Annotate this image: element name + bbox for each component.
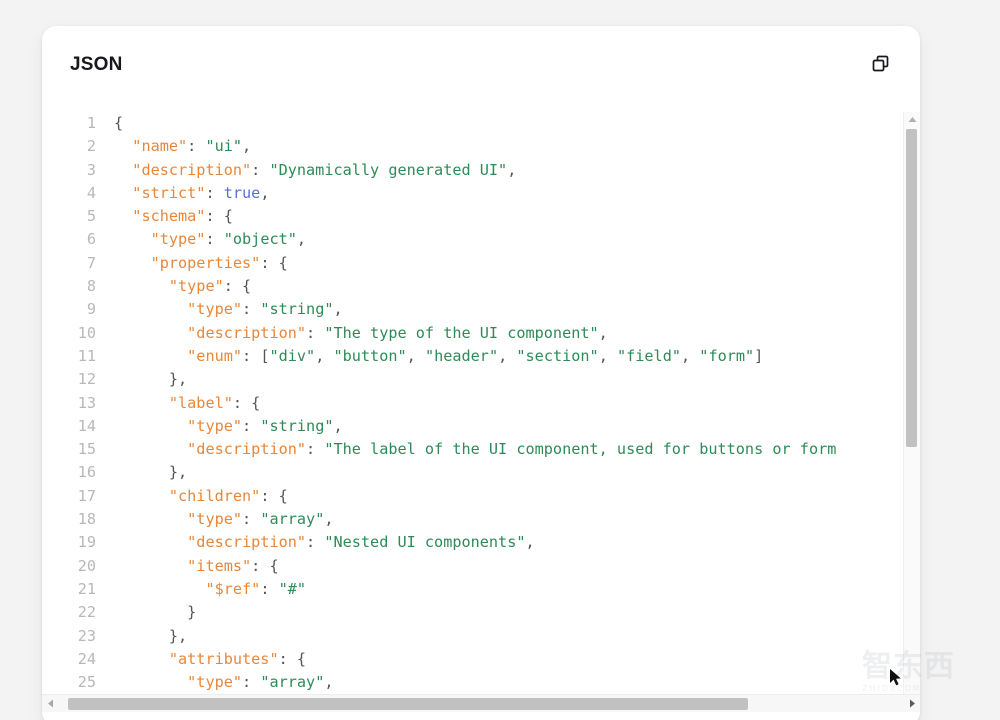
- line-content: "label": {: [168, 393, 261, 412]
- code-line: 13 "label": {: [42, 392, 836, 415]
- line-number: 16: [77, 463, 96, 482]
- line-number: 12: [77, 370, 96, 389]
- triangle-right-icon[interactable]: [904, 695, 920, 712]
- panel-header: JSON: [42, 26, 920, 112]
- line-content: "description": "The type of the UI compo…: [187, 323, 608, 342]
- vertical-scrollbar-thumb[interactable]: [906, 129, 917, 447]
- line-number: 6: [86, 230, 96, 249]
- code-viewport[interactable]: 1{2 "name": "ui", 3 "description": "Dynam…: [42, 112, 910, 710]
- line-content: "type": {: [168, 277, 252, 296]
- line-number: 8: [86, 277, 96, 296]
- line-content: },: [114, 370, 188, 389]
- code-line: 3 "description": "Dynamically generated …: [42, 159, 836, 182]
- code-line: 14 "type": "string",: [42, 415, 836, 438]
- line-number: 7: [86, 253, 96, 272]
- line-number: 20: [77, 556, 96, 575]
- code-line: 21 "$ref": "#": [42, 578, 836, 601]
- line-number: 1: [86, 114, 96, 132]
- line-content: "$ref": "#": [205, 579, 307, 598]
- line-content: "name": "ui",: [132, 137, 252, 156]
- line-content: "type": "array",: [187, 510, 334, 529]
- code-line: 20 "items": {: [42, 555, 836, 578]
- copy-icon: [871, 54, 891, 77]
- line-content: "description": "The label of the UI comp…: [187, 440, 837, 459]
- line-number: 5: [86, 207, 96, 226]
- code-line: 4 "strict": true,: [42, 182, 836, 205]
- line-content: "properties": {: [150, 253, 288, 272]
- code-line: 7 "properties": {: [42, 252, 836, 275]
- line-number: 3: [86, 160, 96, 179]
- code-line: 19 "description": "Nested UI components"…: [42, 531, 836, 554]
- line-content: "description": "Dynamically generated UI…: [132, 160, 517, 179]
- line-content: },: [114, 463, 188, 482]
- code-line: 8 "type": {: [42, 275, 836, 298]
- line-content: "strict": true,: [132, 183, 270, 202]
- line-content: "attributes": {: [168, 649, 307, 668]
- line-content: "schema": {: [132, 207, 233, 226]
- line-content: "type": "object",: [150, 230, 307, 249]
- line-number: 17: [77, 486, 96, 505]
- code-line: 25 "type": "array",: [42, 671, 836, 694]
- line-number: 4: [86, 183, 96, 202]
- code-line: 12 },: [42, 368, 836, 391]
- code-line: 22 }: [42, 601, 836, 624]
- vertical-scrollbar[interactable]: [903, 112, 920, 710]
- line-number: 18: [77, 510, 96, 529]
- copy-button[interactable]: [866, 50, 896, 80]
- line-content: "children": {: [168, 486, 288, 505]
- line-content: }: [114, 603, 197, 622]
- horizontal-scrollbar[interactable]: [42, 694, 920, 712]
- line-number: 15: [77, 440, 96, 459]
- page-title: JSON: [70, 54, 123, 75]
- code-line: 2 "name": "ui",: [42, 135, 836, 158]
- code-line: 10 "description": "The type of the UI co…: [42, 322, 836, 345]
- line-content: "type": "array",: [187, 673, 334, 692]
- line-number: 23: [77, 626, 96, 645]
- code-line: 18 "type": "array",: [42, 508, 836, 531]
- code-line: 24 "attributes": {: [42, 648, 836, 671]
- code-line: 5 "schema": {: [42, 205, 836, 228]
- triangle-up-icon[interactable]: [904, 112, 920, 127]
- screen: JSON 1{2 "name": "ui", 3 "description": "…: [0, 0, 1000, 720]
- code-line: 15 "description": "The label of the UI c…: [42, 438, 837, 461]
- code-line: 23 },: [42, 625, 836, 648]
- triangle-left-icon[interactable]: [42, 695, 58, 712]
- code-line: 17 "children": {: [42, 485, 836, 508]
- line-number: 9: [86, 300, 96, 319]
- line-content: "description": "Nested UI components",: [187, 533, 535, 552]
- line-number: 14: [77, 416, 96, 435]
- line-number: 24: [77, 649, 96, 668]
- line-content: },: [114, 626, 188, 645]
- code-line: 11 "enum": ["div", "button", "header", "…: [42, 345, 836, 368]
- line-content: {: [114, 114, 124, 132]
- line-number: 2: [86, 137, 96, 156]
- code-line: 1{: [42, 112, 836, 135]
- line-content: "type": "string",: [187, 416, 343, 435]
- line-number: 21: [77, 579, 96, 598]
- line-number: 10: [77, 323, 96, 342]
- line-number: 11: [77, 346, 96, 365]
- code-line: 9 "type": "string",: [42, 298, 836, 321]
- json-panel-card: JSON 1{2 "name": "ui", 3 "description": "…: [42, 26, 920, 720]
- line-content: "enum": ["div", "button", "header", "sec…: [187, 346, 764, 365]
- line-number: 22: [77, 603, 96, 622]
- line-content: "items": {: [187, 556, 279, 575]
- line-number: 19: [77, 533, 96, 552]
- line-number: 25: [77, 673, 96, 692]
- line-content: "type": "string",: [187, 300, 343, 319]
- horizontal-scrollbar-thumb[interactable]: [68, 698, 748, 710]
- code-line: 6 "type": "object",: [42, 228, 836, 251]
- line-number: 13: [77, 393, 96, 412]
- code-line: 16 },: [42, 461, 836, 484]
- code-block: 1{2 "name": "ui", 3 "description": "Dynam…: [42, 112, 837, 694]
